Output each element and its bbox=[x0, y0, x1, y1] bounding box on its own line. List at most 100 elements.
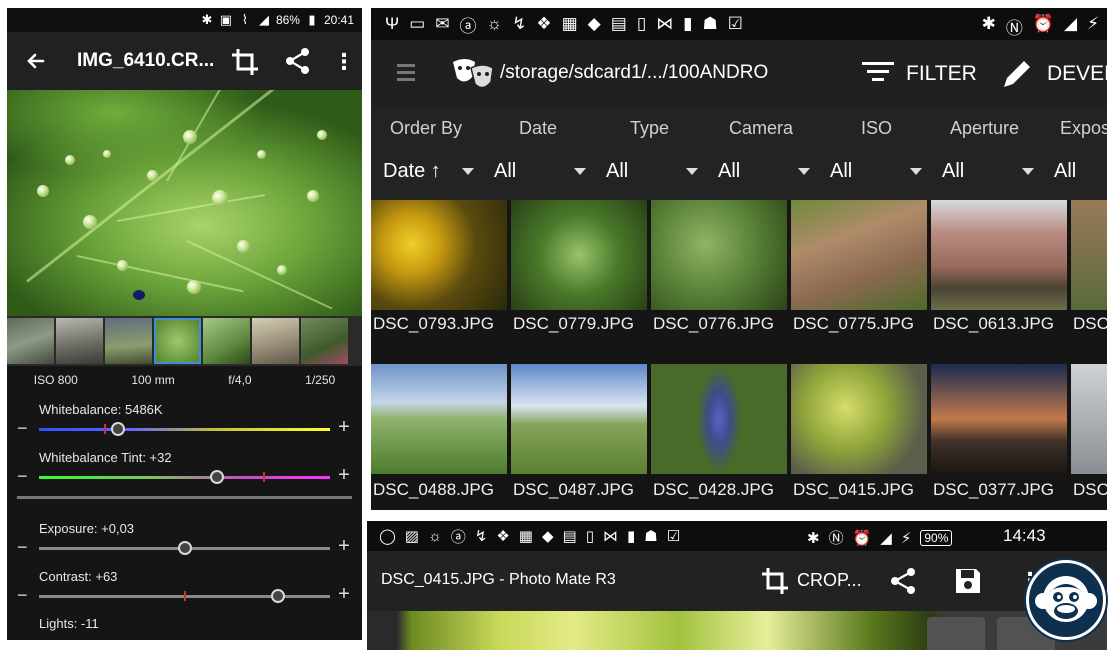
decrease-button[interactable]: − bbox=[17, 466, 31, 487]
main-photo-preview[interactable] bbox=[7, 90, 362, 316]
filmstrip-thumb[interactable] bbox=[301, 318, 348, 364]
increase-button[interactable]: + bbox=[336, 583, 352, 606]
charging-icon: ⚡ bbox=[1087, 14, 1099, 33]
camera-select[interactable]: All bbox=[718, 160, 740, 183]
exif-shutter: 1/250 bbox=[305, 373, 336, 387]
photo-tile[interactable] bbox=[931, 200, 1067, 310]
exif-info-row: ISO 800 100 mm f/4,0 1/250 bbox=[7, 368, 362, 392]
decrease-button[interactable]: − bbox=[17, 537, 31, 558]
photo-tile[interactable] bbox=[651, 200, 787, 310]
filmstrip-thumb[interactable] bbox=[105, 318, 152, 364]
bowtie-icon: ⋈ bbox=[602, 528, 618, 545]
filter-header-order-by: Order By bbox=[390, 118, 463, 138]
menu-button[interactable] bbox=[397, 64, 415, 84]
signal-icon: ◢ bbox=[1063, 14, 1078, 33]
photo-tile[interactable] bbox=[371, 200, 507, 310]
file-name: DSC_0613.JPG bbox=[933, 314, 1054, 333]
filmstrip-thumb-selected[interactable] bbox=[154, 318, 201, 364]
photo-tile[interactable] bbox=[511, 200, 647, 310]
decrease-button[interactable]: − bbox=[17, 585, 31, 606]
bluetooth-icon: ✱ bbox=[981, 14, 996, 33]
crop-button[interactable] bbox=[759, 565, 791, 597]
crop-label[interactable]: CROP... bbox=[797, 570, 862, 591]
filter-button[interactable]: FILTER bbox=[906, 62, 977, 86]
develop-button[interactable]: DEVEL bbox=[1047, 62, 1107, 86]
tasker-icon: ↯ bbox=[474, 528, 488, 545]
device-icon: ▮ bbox=[683, 14, 693, 33]
filmstrip-thumb[interactable] bbox=[252, 318, 299, 364]
chevron-down-icon[interactable] bbox=[910, 168, 922, 175]
chevron-down-icon[interactable] bbox=[1022, 168, 1034, 175]
photo-tile[interactable] bbox=[791, 200, 927, 310]
edit-photo-preview[interactable] bbox=[367, 611, 1107, 650]
default-marker bbox=[263, 472, 265, 482]
floppy-disk-icon bbox=[956, 569, 980, 593]
rotate-left-button[interactable] bbox=[927, 617, 985, 650]
increase-button[interactable]: + bbox=[336, 416, 352, 439]
exif-focal-length: 100 mm bbox=[131, 373, 175, 387]
tasker-icon: ↯ bbox=[512, 14, 527, 33]
chevron-down-icon[interactable] bbox=[798, 168, 810, 175]
slider-label: Lights: -11 bbox=[39, 616, 99, 631]
clipboard-check-icon: ☑ bbox=[666, 528, 681, 545]
section-divider bbox=[17, 496, 352, 499]
photo-tile[interactable] bbox=[1071, 364, 1107, 474]
more-options-button[interactable]: ⋮ bbox=[333, 48, 355, 76]
contrast-slider: Contrast: +63 − + bbox=[7, 569, 362, 617]
bluetooth-icon: ✱ bbox=[807, 529, 820, 547]
decrease-button[interactable]: − bbox=[17, 418, 31, 439]
browser-toolbar: /storage/sdcard1/.../100ANDRO FILTER DEV… bbox=[371, 40, 1107, 108]
cluster-icon: ❖ bbox=[496, 528, 510, 545]
left-phone-screenshot: ✱ ▣ ⌇ ◢ 86% ▮ 20:41 IMG_6410.CR... ⋮ ISO… bbox=[7, 8, 362, 640]
photo-tile[interactable] bbox=[651, 364, 787, 474]
monkey-logo-badge bbox=[1026, 560, 1106, 640]
slider-thumb[interactable] bbox=[110, 422, 125, 436]
nfc-icon: Ⓝ bbox=[1005, 19, 1023, 38]
file-name: DSC_0775.JPG bbox=[793, 314, 914, 333]
date-select[interactable]: All bbox=[494, 160, 516, 183]
filmstrip-thumb[interactable] bbox=[7, 318, 54, 364]
back-button[interactable] bbox=[21, 46, 51, 76]
aperture-select[interactable]: All bbox=[942, 160, 964, 183]
filmstrip-thumb[interactable] bbox=[56, 318, 103, 364]
arrow-left-icon bbox=[27, 53, 45, 69]
exif-aperture: f/4,0 bbox=[228, 373, 252, 387]
chevron-down-icon[interactable] bbox=[686, 168, 698, 175]
photo-tile[interactable] bbox=[511, 364, 647, 474]
order-by-select[interactable]: Date ↑ bbox=[383, 160, 441, 183]
slider-thumb[interactable] bbox=[270, 589, 285, 603]
slider-thumb[interactable] bbox=[177, 541, 192, 555]
iso-select[interactable]: All bbox=[830, 160, 852, 183]
dropbox-icon: ◆ bbox=[541, 528, 554, 545]
type-select[interactable]: All bbox=[606, 160, 628, 183]
chevron-down-icon[interactable] bbox=[574, 168, 586, 175]
increase-button[interactable]: + bbox=[336, 535, 352, 558]
slider-track[interactable] bbox=[39, 476, 330, 479]
slider-label: Whitebalance Tint: +32 bbox=[39, 450, 172, 465]
slider-label: Whitebalance: 5486K bbox=[39, 402, 163, 417]
lights-slider: Lights: -11 bbox=[7, 616, 362, 640]
slider-thumb[interactable] bbox=[209, 470, 224, 484]
exposure-select[interactable]: All bbox=[1054, 160, 1076, 183]
calendar-icon: ▤ bbox=[562, 528, 577, 545]
filter-icon[interactable] bbox=[862, 62, 894, 86]
folder-path[interactable]: /storage/sdcard1/.../100ANDRO bbox=[500, 62, 768, 84]
slider-track[interactable] bbox=[39, 428, 330, 431]
bowtie-icon: ⋈ bbox=[656, 14, 674, 33]
crop-button[interactable] bbox=[229, 46, 261, 78]
increase-button[interactable]: + bbox=[336, 464, 352, 487]
filmstrip-thumb[interactable] bbox=[203, 318, 250, 364]
file-name: DSC bbox=[1073, 314, 1107, 333]
save-button[interactable] bbox=[952, 565, 984, 597]
chevron-down-icon[interactable] bbox=[462, 168, 474, 175]
share-button[interactable] bbox=[887, 565, 919, 597]
share-button[interactable] bbox=[283, 46, 313, 76]
pencil-icon[interactable] bbox=[999, 56, 1035, 92]
battery-percent: 90% bbox=[920, 529, 953, 546]
photo-tile[interactable] bbox=[791, 364, 927, 474]
share-icon bbox=[891, 568, 915, 594]
photo-tile[interactable] bbox=[371, 364, 507, 474]
photo-tile[interactable] bbox=[1071, 200, 1107, 310]
calendar-icon: ▤ bbox=[610, 14, 627, 33]
photo-tile[interactable] bbox=[931, 364, 1067, 474]
